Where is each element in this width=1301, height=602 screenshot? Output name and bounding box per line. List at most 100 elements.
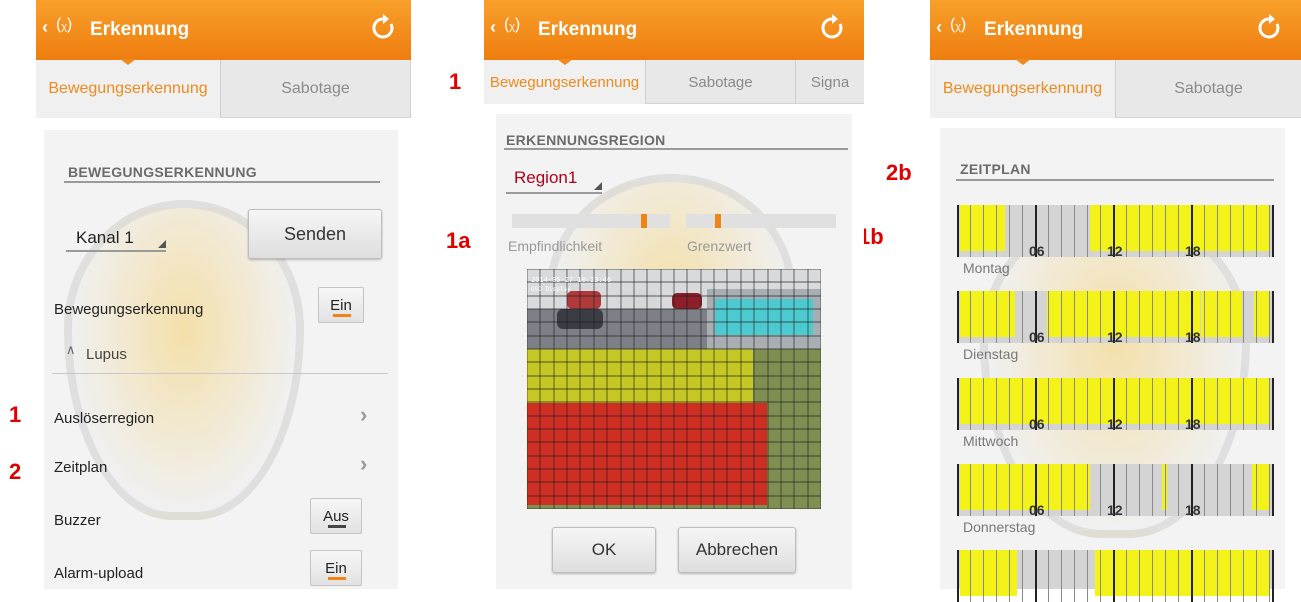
threshold-slider-thumb[interactable]: [715, 214, 721, 228]
buzzer-toggle[interactable]: Aus: [310, 498, 362, 534]
hour-gridline: [1126, 550, 1127, 602]
hour-gridline: [1217, 291, 1218, 343]
send-button[interactable]: Senden: [248, 209, 382, 259]
sensitivity-slider[interactable]: [512, 214, 670, 228]
toggle-on-indicator: [333, 314, 351, 317]
hour-gridline: [1230, 464, 1231, 516]
chevron-right-icon[interactable]: ›: [360, 451, 367, 477]
active-time-segment[interactable]: [1252, 464, 1269, 510]
hour-gridline: [1256, 205, 1257, 257]
chevron-left-icon[interactable]: ‹: [42, 17, 48, 38]
camera-region-grid[interactable]: 2014-05-27 10:23:46 OSD Display: [527, 269, 821, 509]
hour-gridline: [1217, 550, 1218, 602]
hour-label: 12: [1107, 243, 1123, 259]
tab-bewegungserkennung[interactable]: Bewegungserkennung: [930, 59, 1116, 118]
settings-content: BEWEGUNGSERKENNUNG Kanal 1 Senden Bewegu…: [44, 130, 398, 589]
hour-gridline: [1048, 378, 1049, 430]
hour-gridline: [1204, 550, 1205, 602]
region-dropdown[interactable]: Region1: [506, 168, 602, 194]
tab-sabotage[interactable]: Sabotage: [646, 60, 796, 104]
hour-gridline: [1048, 291, 1049, 343]
hour-gridline: [1256, 378, 1257, 430]
chevron-left-icon[interactable]: ‹: [936, 17, 942, 38]
cancel-button[interactable]: Abbrechen: [678, 527, 796, 573]
marker-2-left: 2: [9, 459, 22, 484]
hour-gridline: [1165, 550, 1166, 602]
hour-label: 12: [1107, 329, 1123, 345]
hour-gridline: [1243, 464, 1244, 516]
hour-label: 06: [1029, 502, 1045, 518]
day-label: Montag: [963, 260, 1010, 276]
parked-car: [567, 291, 601, 309]
tab-signal[interactable]: Signa: [796, 60, 864, 104]
tab-sabotage[interactable]: Sabotage: [1116, 60, 1301, 118]
hour-gridline: [1009, 464, 1010, 516]
titlebar: ‹ (ᵪ) Erkennung: [930, 0, 1301, 60]
tab-sabotage[interactable]: Sabotage: [221, 60, 411, 118]
refresh-icon[interactable]: [818, 14, 846, 42]
schedule-item[interactable]: Zeitplan: [54, 459, 107, 476]
tab-bewegungserkennung[interactable]: Bewegungserkennung: [484, 59, 646, 104]
schedule-day-row[interactable]: 06 12 18: [957, 378, 1274, 432]
schedule-day-row[interactable]: 06 12 18: [957, 464, 1274, 518]
motion-detection-toggle[interactable]: Ein: [318, 287, 364, 323]
trigger-region-item[interactable]: Auslöserregion: [54, 410, 154, 427]
ok-button[interactable]: OK: [552, 527, 656, 573]
refresh-icon[interactable]: [1255, 14, 1283, 42]
buzzer-toggle-label: Aus: [323, 507, 349, 525]
hour-label: 12: [1107, 502, 1123, 518]
hour-gridline: [1256, 464, 1257, 516]
threshold-slider[interactable]: [686, 214, 836, 228]
active-time-segment[interactable]: [960, 464, 1090, 510]
group-label: Lupus: [86, 346, 127, 363]
titlebar: ‹ (ᵪ) Erkennung: [36, 0, 411, 60]
hour-gridline: [1087, 550, 1088, 602]
active-time-segment[interactable]: [1201, 291, 1242, 337]
threshold-label: Grenzwert: [687, 238, 752, 254]
row-edge-line: [957, 378, 959, 430]
chevron-left-icon[interactable]: ‹: [490, 17, 496, 38]
hour-gridline: [1230, 205, 1231, 257]
motion-detection-label: Bewegungserkennung: [54, 301, 204, 318]
hour-gridline: [1204, 464, 1205, 516]
hour-gridline: [1139, 378, 1140, 430]
chevron-right-icon[interactable]: ›: [360, 402, 367, 428]
sensitivity-slider-thumb[interactable]: [641, 214, 647, 228]
schedule-day-row[interactable]: 06 12 18: [957, 205, 1274, 259]
hour-gridline: [983, 378, 984, 430]
hour-label: 06: [1029, 416, 1045, 432]
channel-dropdown[interactable]: Kanal 1: [66, 228, 166, 252]
hour-gridline: [996, 550, 997, 602]
row-edge-line: [1272, 291, 1274, 343]
toggle-on-indicator: [328, 577, 346, 580]
wireless-signal-icon: (ᵪ): [56, 16, 73, 33]
hour-gridline: [1061, 205, 1062, 257]
marker-2b: 2b: [886, 160, 912, 185]
tab-bewegungserkennung[interactable]: Bewegungserkennung: [36, 59, 221, 118]
marker-1-mid: 1: [449, 69, 462, 94]
channel-value: Kanal 1: [76, 228, 134, 247]
hour-gridline: [1126, 205, 1127, 257]
hour-gridline: [1217, 378, 1218, 430]
hour-gridline: [1074, 464, 1075, 516]
day-label: Dienstag: [963, 346, 1019, 362]
hour-gridline: [983, 205, 984, 257]
refresh-icon[interactable]: [369, 14, 397, 42]
hour-label: 18: [1185, 329, 1201, 345]
hour-gridline: [1269, 291, 1270, 343]
group-divider: [52, 373, 388, 374]
alarm-upload-toggle[interactable]: Ein: [310, 550, 362, 586]
chevron-up-icon[interactable]: ∧: [66, 342, 76, 358]
hour-gridline: [1230, 291, 1231, 343]
active-time-segment[interactable]: [960, 291, 1015, 337]
schedule-day-row[interactable]: 06 12 18: [957, 291, 1274, 345]
schedule-day-row[interactable]: [957, 550, 1274, 602]
hour-gridline: [996, 205, 997, 257]
panel-detection-region: ‹ (ᵪ) Erkennung Bewegungserkennung Sabot…: [484, 0, 864, 589]
hour-label: 18: [1185, 502, 1201, 518]
tab-bar: Bewegungserkennung Sabotage: [930, 59, 1301, 118]
hour-gridline: [1061, 550, 1062, 602]
hour-gridline: [1009, 291, 1010, 343]
cyan-region[interactable]: [715, 299, 813, 335]
day-label: Mittwoch: [963, 433, 1019, 449]
